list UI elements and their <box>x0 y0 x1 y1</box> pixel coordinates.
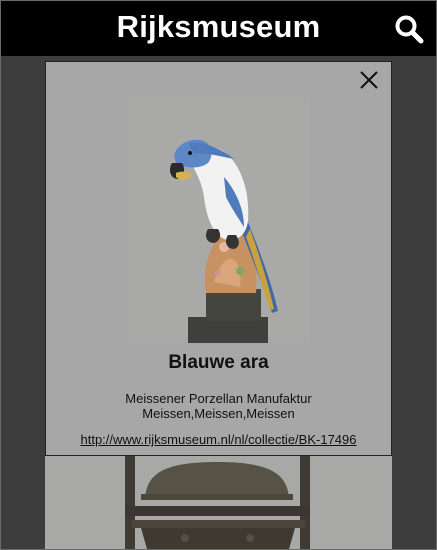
artwork-maker: Meissener Porzellan Manufaktur Meissen,M… <box>46 391 391 421</box>
artwork-title: Blauwe ara <box>168 352 269 373</box>
parrot-figurine-illustration <box>128 97 309 343</box>
maker-line: Meissener Porzellan Manufaktur <box>125 391 312 406</box>
search-icon <box>395 15 424 44</box>
location-line: Meissen,Meissen,Meissen <box>142 406 295 421</box>
artwork-modal: Blauwe ara Meissener Porzellan Manufaktu… <box>45 61 392 456</box>
app-title: Rijksmuseum <box>116 9 321 44</box>
search-button[interactable] <box>394 14 424 44</box>
app-frame: Rijksmuseum Blauwe ara Meissener Porzell… <box>0 0 437 550</box>
next-artwork-image[interactable] <box>45 456 392 549</box>
artwork-image[interactable] <box>128 97 309 343</box>
close-button[interactable] <box>357 68 381 92</box>
collection-link[interactable]: http://www.rijksmuseum.nl/nl/collectie/B… <box>46 432 391 447</box>
app-header: Rijksmuseum <box>1 1 436 56</box>
close-icon <box>360 71 378 89</box>
bell-illustration <box>45 456 392 549</box>
